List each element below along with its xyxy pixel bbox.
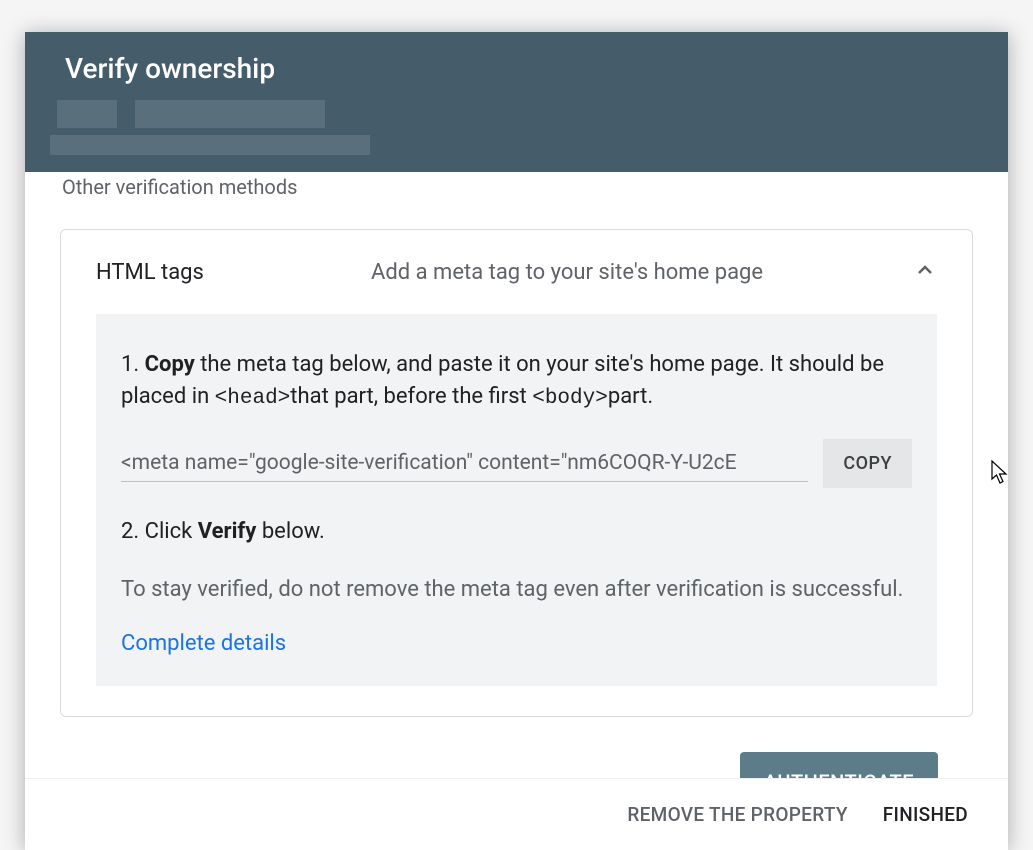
instruction-step-1: 1. Copy the meta tag below, and paste it… (121, 349, 912, 414)
chevron-up-icon (913, 258, 937, 286)
dialog-title: Verify ownership (65, 52, 968, 85)
html-tags-method-card: HTML tags Add a meta tag to your site's … (60, 229, 973, 717)
copy-button[interactable]: COPY (823, 439, 912, 488)
method-header-toggle[interactable]: HTML tags Add a meta tag to your site's … (61, 230, 972, 314)
remove-property-button[interactable]: REMOVE THE PROPERTY (627, 803, 847, 826)
other-methods-label: Other verification methods (60, 175, 973, 199)
dialog-body-scroll[interactable]: Other verification methods HTML tags Add… (25, 172, 1008, 778)
dialog-header: Verify ownership (25, 32, 1008, 172)
meta-tag-input[interactable] (121, 445, 808, 482)
method-description: Add a meta tag to your site's home page (371, 260, 913, 285)
meta-tag-row: COPY (121, 439, 912, 488)
instruction-step-2: 2. Click Verify below. (121, 516, 912, 548)
finished-button[interactable]: FINISHED (883, 803, 968, 826)
method-instructions: 1. Copy the meta tag below, and paste it… (96, 314, 937, 686)
authenticate-button[interactable]: AUTHENTICATE (740, 752, 938, 778)
method-name: HTML tags (96, 260, 371, 285)
stay-verified-note: To stay verified, do not remove the meta… (121, 573, 912, 606)
complete-details-link[interactable]: Complete details (121, 631, 286, 656)
dialog-footer: REMOVE THE PROPERTY FINISHED (25, 778, 1008, 850)
verify-ownership-dialog: Verify ownership Other verification meth… (25, 32, 1008, 850)
